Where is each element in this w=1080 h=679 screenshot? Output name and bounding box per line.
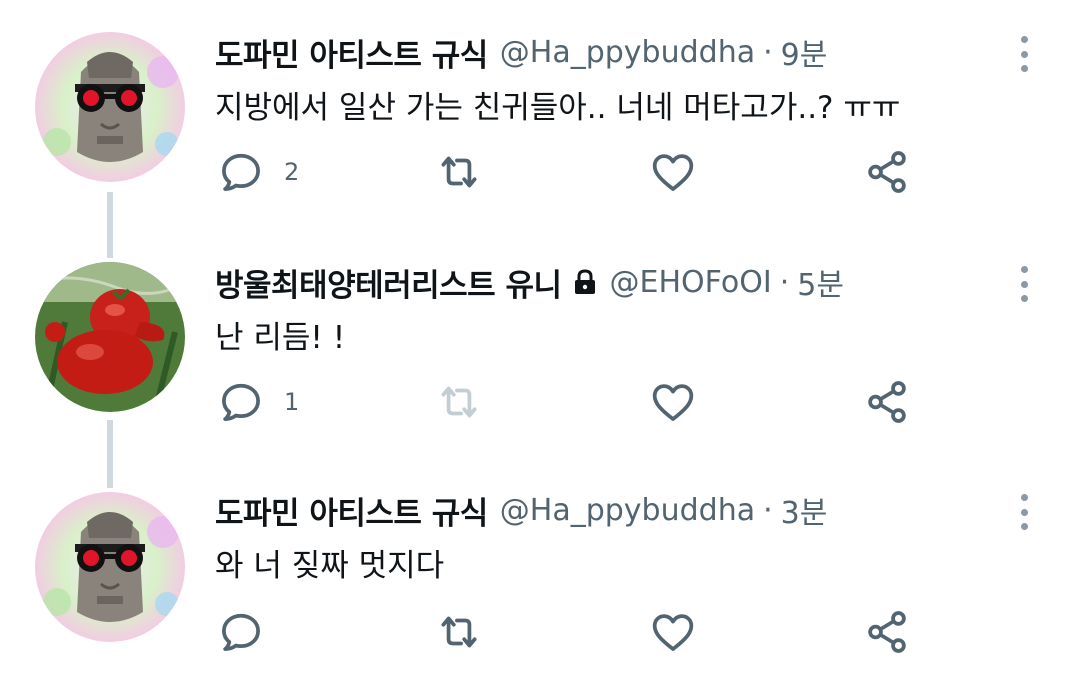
tweet-text: 난 리듬! !: [215, 320, 346, 356]
like-button[interactable]: [648, 142, 698, 202]
action-bar: [0, 602, 1080, 662]
user-handle[interactable]: @Ha_ppybuddha: [500, 35, 755, 70]
timestamp[interactable]: 3분: [781, 488, 828, 532]
tweet-header: 도파민 아티스트 규식 @Ha_ppybuddha · 9분: [215, 22, 827, 82]
like-icon: [652, 614, 694, 651]
user-handle[interactable]: @EHOFoOI: [610, 265, 772, 300]
separator-dot: ·: [763, 34, 773, 70]
display-name[interactable]: 도파민 아티스트 규식: [215, 30, 488, 75]
retweet-icon: [441, 616, 477, 648]
like-icon: [652, 384, 694, 421]
retweet-button[interactable]: [434, 602, 484, 662]
reply-button[interactable]: 1: [216, 372, 299, 432]
retweet-button-disabled: [434, 372, 484, 432]
reply-count: 1: [284, 388, 300, 416]
conversation-thread: 도파민 아티스트 규식 @Ha_ppybuddha · 9분 지방에서 일산 가…: [0, 0, 1080, 679]
retweet-icon: [441, 156, 477, 188]
display-name[interactable]: 도파민 아티스트 규식: [215, 488, 488, 533]
user-handle[interactable]: @Ha_ppybuddha: [500, 493, 755, 528]
share-button[interactable]: [862, 602, 912, 662]
separator-dot: ·: [763, 492, 773, 528]
share-button[interactable]: [862, 372, 912, 432]
tweet-text: 지방에서 일산 가는 친귀들아.. 너네 머타고가..? ㅠㅠ: [215, 90, 901, 126]
reply-count: 2: [284, 158, 300, 186]
share-button[interactable]: [862, 142, 912, 202]
tweet-text: 와 너 짖짜 멋지다: [215, 548, 445, 584]
tweet[interactable]: 방울최태양테러리스트 유니 @EHOFoOI · 5분 난 리듬! ! 1: [0, 252, 1080, 432]
like-button[interactable]: [648, 372, 698, 432]
separator-dot: ·: [779, 264, 790, 300]
reply-icon: [222, 613, 260, 651]
reply-icon: [222, 153, 260, 191]
reply-button[interactable]: 2: [216, 142, 299, 202]
more-icon[interactable]: [1012, 494, 1036, 530]
tweet[interactable]: 도파민 아티스트 규식 @Ha_ppybuddha · 3분 와 너 짖짜 멋지…: [0, 480, 1080, 670]
retweet-button[interactable]: [434, 142, 484, 202]
tweet-header: 방울최태양테러리스트 유니 @EHOFoOI · 5분: [215, 252, 844, 312]
reply-icon: [222, 383, 260, 421]
more-icon[interactable]: [1012, 266, 1036, 302]
action-bar: 1: [0, 372, 1080, 432]
share-icon: [868, 381, 906, 423]
retweet-icon: [441, 386, 477, 418]
share-icon: [868, 611, 906, 653]
more-icon[interactable]: [1012, 36, 1036, 72]
tweet[interactable]: 도파민 아티스트 규식 @Ha_ppybuddha · 9분 지방에서 일산 가…: [0, 22, 1080, 202]
lock-icon: [572, 268, 598, 296]
timestamp[interactable]: 9분: [781, 30, 828, 74]
tweet-header: 도파민 아티스트 규식 @Ha_ppybuddha · 3분: [215, 480, 827, 540]
reply-button[interactable]: [216, 602, 266, 662]
display-name[interactable]: 방울최태양테러리스트 유니: [215, 260, 562, 305]
timestamp[interactable]: 5분: [797, 260, 844, 304]
like-icon: [652, 154, 694, 191]
like-button[interactable]: [648, 602, 698, 662]
share-icon: [868, 151, 906, 193]
action-bar: 2: [0, 142, 1080, 202]
